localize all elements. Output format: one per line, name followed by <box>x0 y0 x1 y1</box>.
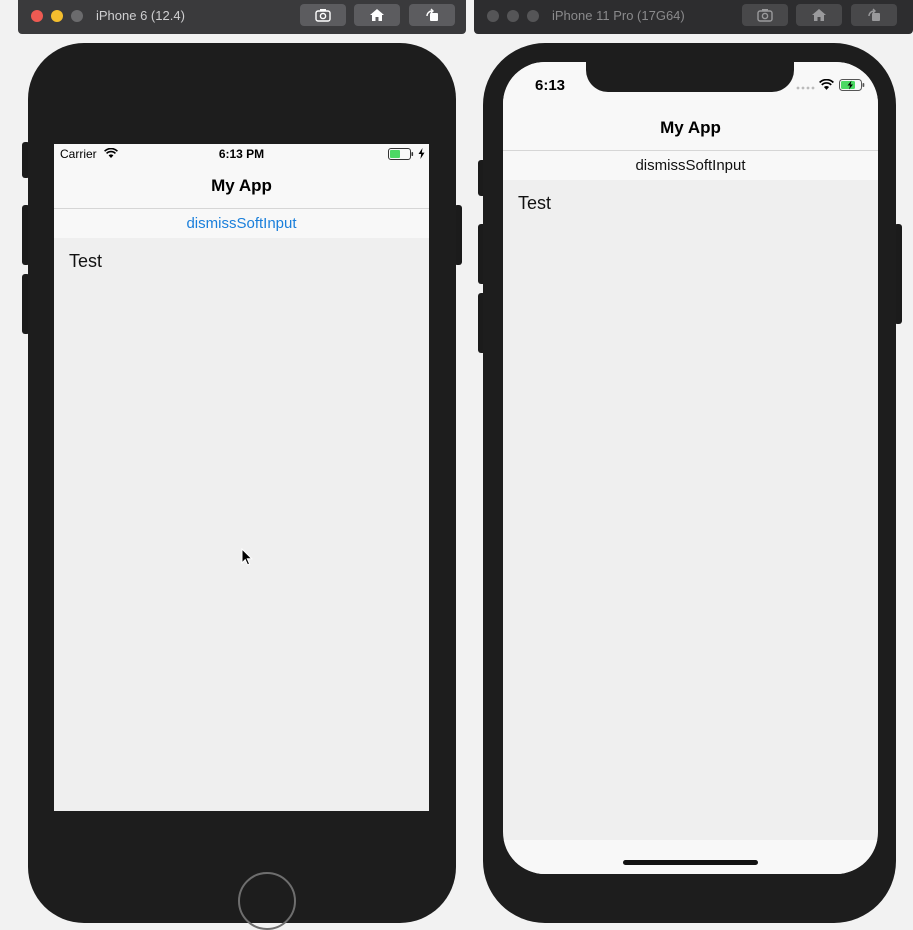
simulator-window-iphone11pro-titlebar: iPhone 11 Pro (17G64) <box>474 0 913 34</box>
home-icon <box>370 9 384 21</box>
hardware-home-button[interactable] <box>238 872 296 930</box>
close-window-button[interactable] <box>31 10 43 22</box>
dismiss-bar: dismissSoftInput <box>54 209 429 238</box>
home-button[interactable] <box>354 4 400 26</box>
dismiss-bar: dismissSoftInput <box>503 151 878 180</box>
status-time: 6:13 <box>535 77 566 94</box>
status-time: 6:13 PM <box>218 147 265 161</box>
iphone6-screen: Carrier 6:13 PM My App dismissSoftInput … <box>54 144 429 811</box>
rotate-icon <box>426 8 438 21</box>
rotate-icon <box>868 8 880 21</box>
notch <box>586 43 794 92</box>
window-title: iPhone 11 Pro (17G64) <box>552 8 685 23</box>
navigation-bar: My App <box>503 106 878 151</box>
nav-title: My App <box>211 176 272 195</box>
cellular-signal-icon <box>796 86 815 90</box>
iphone11pro-screen: 6:13 My App dismissSoftInput Test <box>503 62 878 874</box>
wifi-icon <box>819 79 834 90</box>
dismiss-soft-input-button[interactable]: dismissSoftInput <box>635 157 745 174</box>
dismiss-soft-input-button[interactable]: dismissSoftInput <box>186 215 296 232</box>
screenshot-icon <box>757 9 773 22</box>
body-text: Test <box>69 251 103 271</box>
mouse-pointer-icon <box>241 548 253 566</box>
screenshot-button[interactable] <box>742 4 788 26</box>
rotate-button[interactable] <box>851 4 897 26</box>
navigation-bar: My App <box>54 164 429 209</box>
home-indicator[interactable] <box>623 860 758 865</box>
screenshot-icon <box>315 9 331 22</box>
home-button[interactable] <box>796 4 842 26</box>
body-text: Test <box>518 193 552 213</box>
minimize-window-button[interactable] <box>507 10 519 22</box>
home-icon <box>812 9 826 21</box>
nav-title: My App <box>660 118 721 137</box>
battery-icon <box>388 148 414 160</box>
battery-charging-icon <box>839 79 865 91</box>
minimize-window-button[interactable] <box>51 10 63 22</box>
window-title: iPhone 6 (12.4) <box>96 8 185 23</box>
screenshot-button[interactable] <box>300 4 346 26</box>
zoom-window-button[interactable] <box>527 10 539 22</box>
charging-bolt-icon <box>418 148 425 159</box>
simulator-window-iphone6-titlebar: iPhone 6 (12.4) <box>18 0 466 34</box>
close-window-button[interactable] <box>487 10 499 22</box>
rotate-button[interactable] <box>409 4 455 26</box>
zoom-window-button[interactable] <box>71 10 83 22</box>
status-bar: Carrier 6:13 PM <box>54 144 429 164</box>
home-indicator-area <box>503 840 878 874</box>
